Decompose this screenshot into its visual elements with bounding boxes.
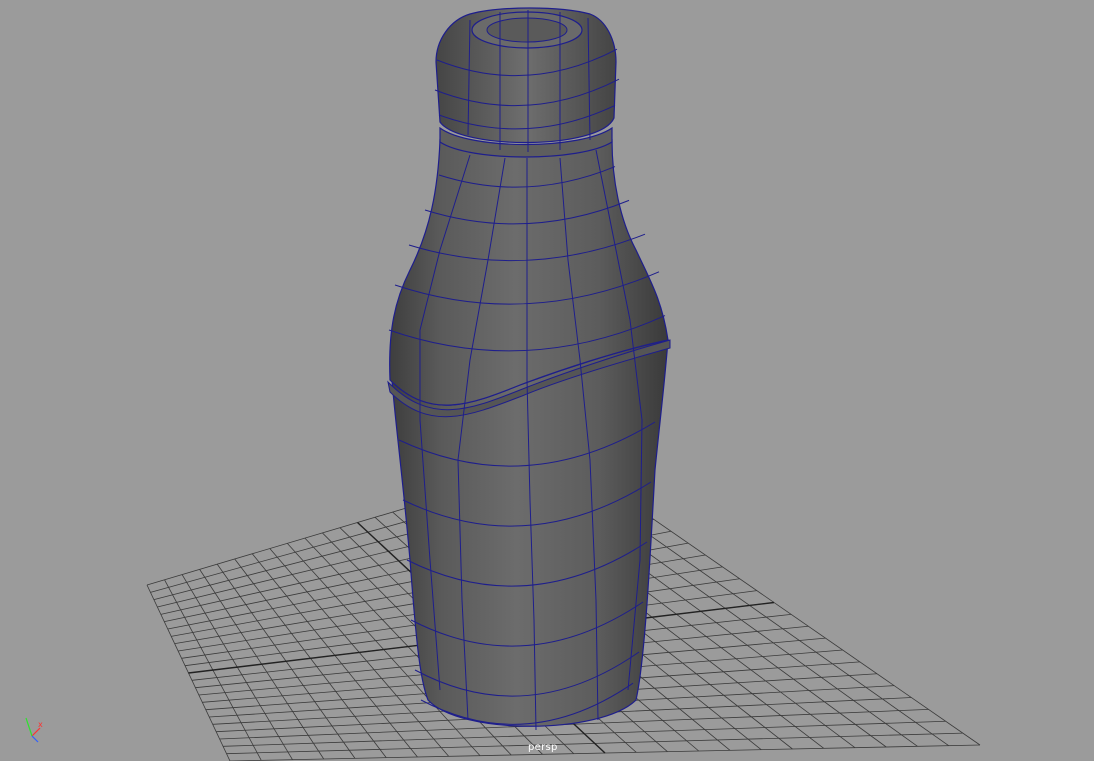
view-axis-indicator: x [14,710,48,744]
camera-name-label: persp [528,742,558,753]
perspective-viewport[interactable]: x persp [0,0,1094,761]
bottle-mesh[interactable] [0,0,1094,761]
svg-text:x: x [38,720,43,729]
